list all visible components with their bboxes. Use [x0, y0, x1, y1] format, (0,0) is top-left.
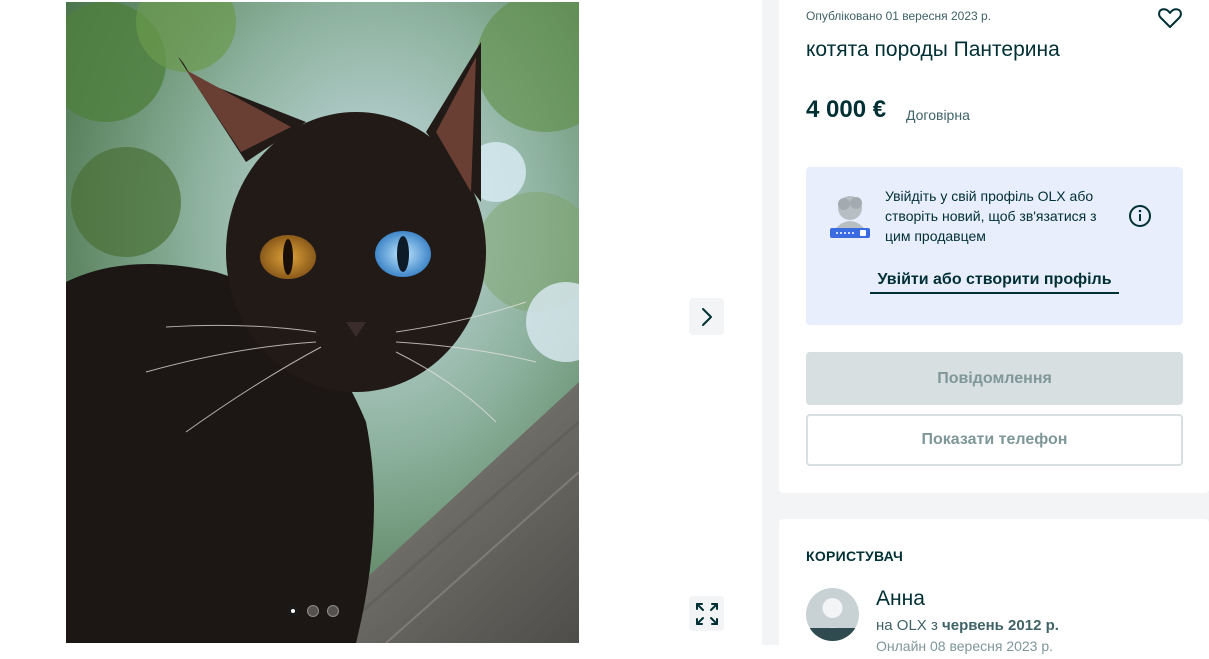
info-icon[interactable] [1128, 204, 1152, 228]
login-illustration [828, 192, 872, 242]
ad-title: котята породы Пантерина [806, 38, 1060, 61]
chevron-right-icon [701, 307, 712, 326]
gallery-dots [287, 605, 339, 617]
favorite-button[interactable] [1157, 5, 1183, 31]
ad-price: 4 000 € [806, 96, 887, 123]
gallery-dot-1[interactable] [287, 605, 299, 617]
login-link[interactable]: Увійти або створити профіль [870, 271, 1119, 294]
seller-name[interactable]: Анна [876, 587, 925, 611]
listing-photo[interactable] [66, 2, 579, 643]
seller-member-since: на OLX з червень 2012 р. [876, 617, 1059, 634]
gallery-dot-3[interactable] [327, 605, 339, 617]
price-negotiable: Договірна [906, 107, 970, 123]
login-prompt-text: Увійдіть у свій профіль OLX або створіть… [885, 188, 1097, 244]
photo-gallery [0, 0, 762, 645]
expand-icon [695, 602, 718, 625]
avatar[interactable] [806, 588, 859, 641]
gallery-expand-button[interactable] [689, 596, 724, 631]
gallery-next-button[interactable] [689, 298, 724, 335]
published-date: Опубліковано 01 вересня 2023 р. [806, 9, 992, 23]
heart-icon [1158, 8, 1182, 28]
seller-since-prefix: на OLX з [876, 617, 938, 634]
message-button[interactable]: Повідомлення [806, 352, 1183, 405]
seller-last-online: Онлайн 08 вересня 2023 р. [876, 638, 1054, 654]
login-prompt: Увійдіть у свій профіль OLX або створіть… [806, 167, 1183, 325]
show-phone-button[interactable]: Показати телефон [806, 414, 1183, 466]
seller-since-date: червень 2012 р. [942, 617, 1059, 634]
gallery-dot-2[interactable] [307, 605, 319, 617]
seller-heading: КОРИСТУВАЧ [806, 548, 904, 564]
